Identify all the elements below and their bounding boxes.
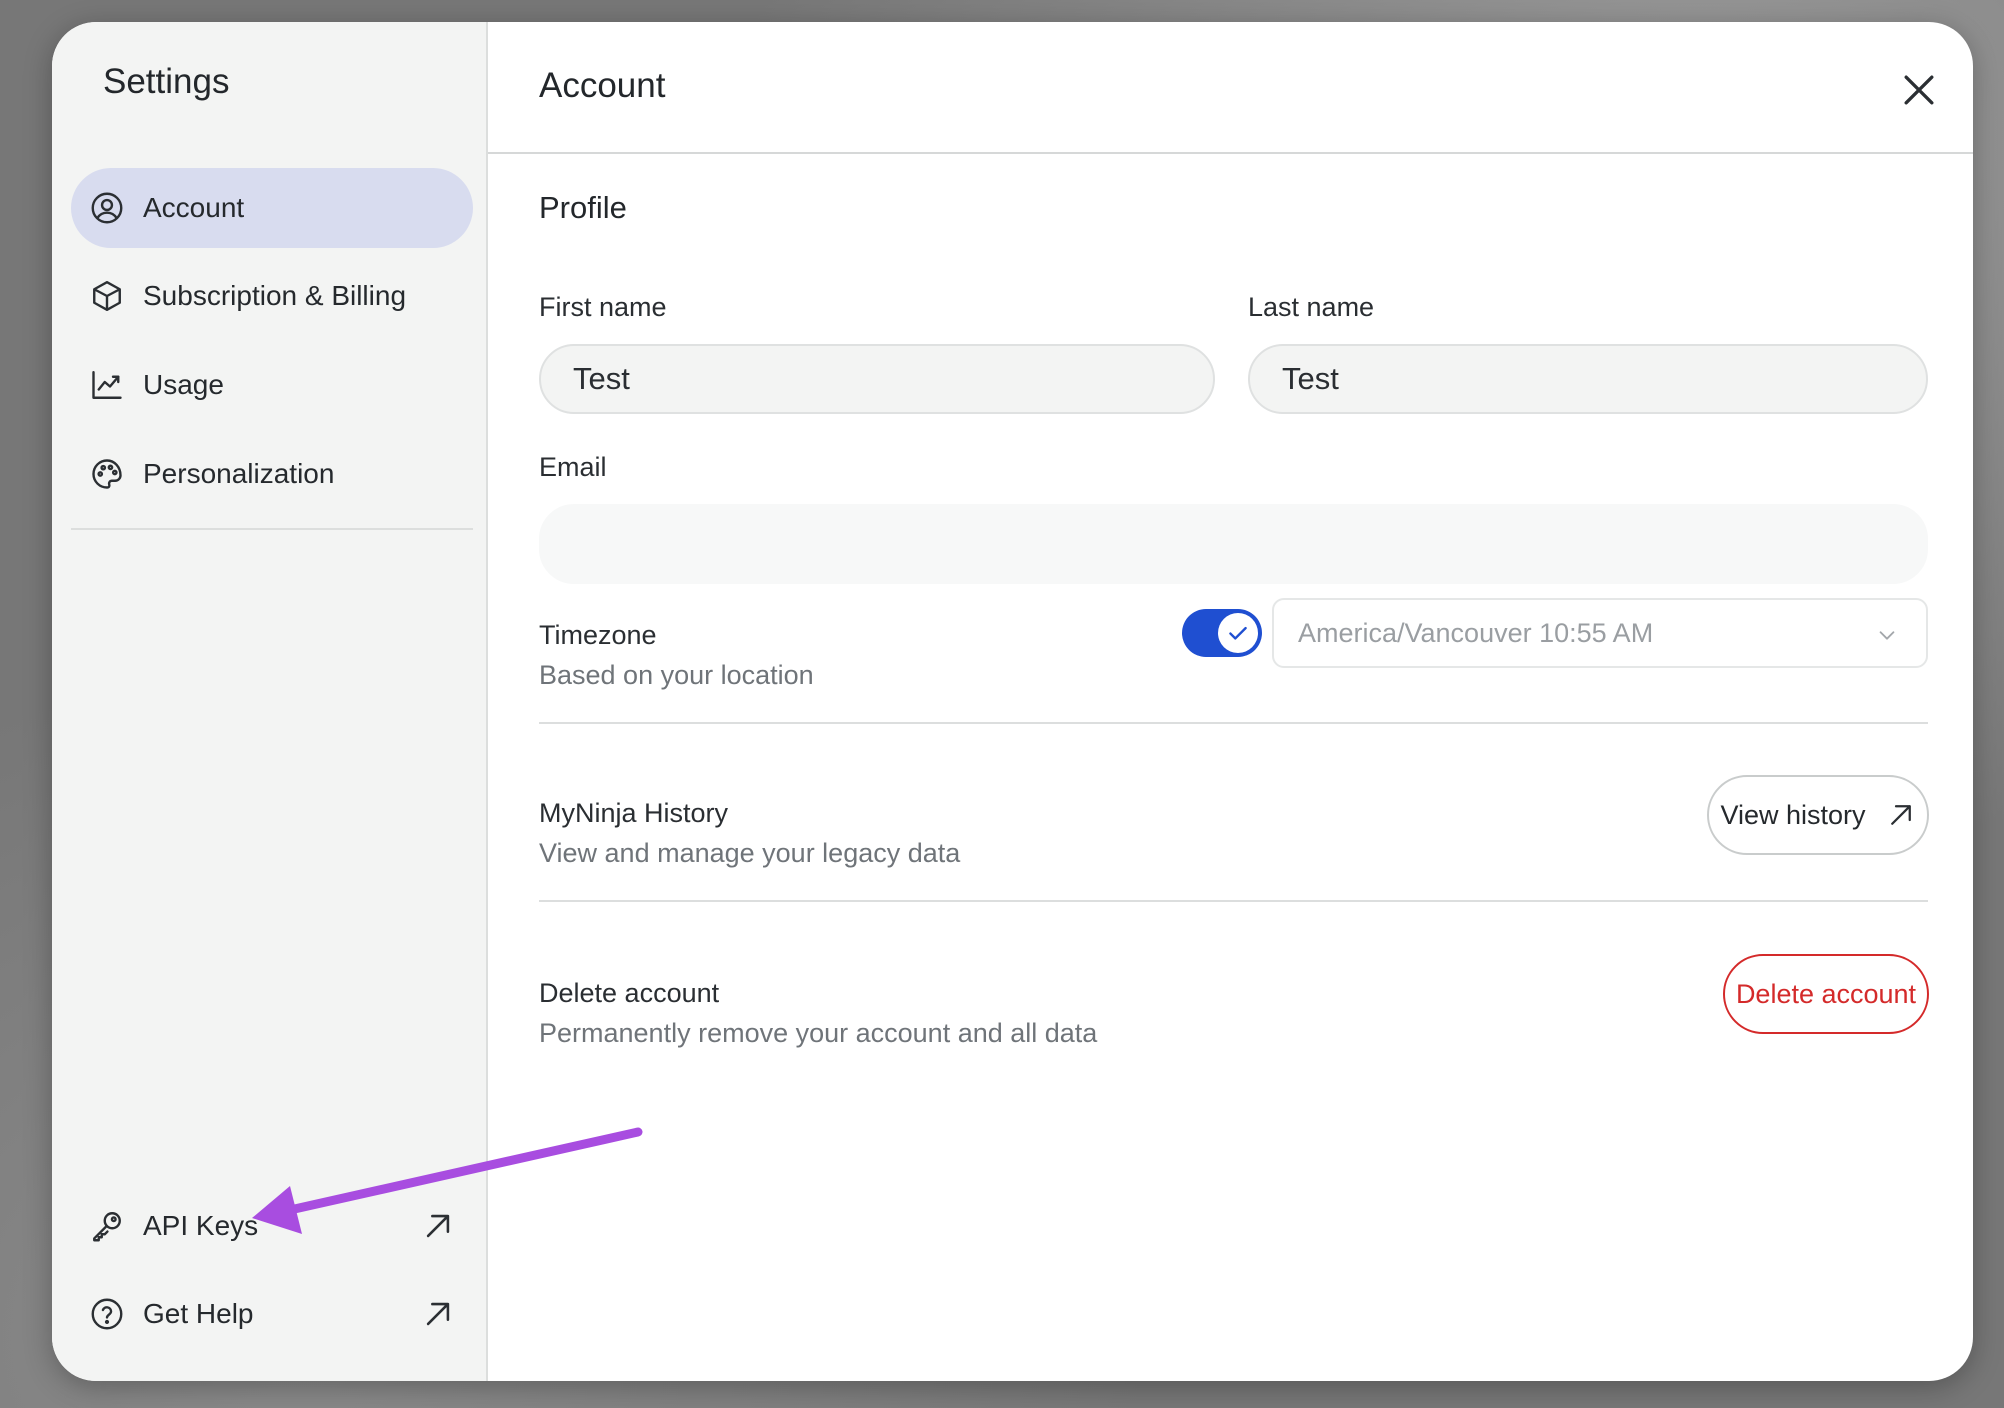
history-subtitle: View and manage your legacy data [539,838,961,868]
delete-account-title: Delete account [539,978,720,1008]
toggle-knob [1218,613,1258,653]
settings-modal: Settings Account Subscription & Billing [52,22,1973,1381]
sidebar-item-subscription-billing[interactable]: Subscription & Billing [71,256,473,336]
email-label: Email [539,452,607,482]
timezone-sublabel: Based on your location [539,660,814,690]
content-header: Account [488,22,1973,154]
first-name-input[interactable] [539,344,1215,414]
delete-account-button[interactable]: Delete account [1723,954,1929,1034]
user-circle-icon [87,188,127,228]
section-divider [539,900,1928,902]
settings-sidebar: Settings Account Subscription & Billing [52,22,488,1381]
sidebar-item-api-keys[interactable]: API Keys [71,1186,473,1266]
page-title: Account [539,66,666,105]
external-link-icon [426,1302,450,1326]
timezone-selected-value: America/Vancouver 10:55 AM [1298,617,1654,648]
chevron-down-icon [1879,631,1895,640]
sidebar-item-label: Subscription & Billing [143,280,407,311]
external-link-icon [1890,805,1911,825]
key-icon [87,1206,127,1246]
external-link-icon [426,1214,450,1238]
email-input[interactable] [539,504,1928,584]
cube-icon [87,276,127,316]
timezone-label: Timezone [539,620,657,650]
palette-icon [87,454,127,494]
timezone-select[interactable]: America/Vancouver 10:55 AM [1272,598,1928,668]
sidebar-item-label: Get Help [143,1298,254,1329]
sidebar-item-label: Personalization [143,458,335,489]
sidebar-item-usage[interactable]: Usage [71,345,473,425]
sidebar-title: Settings [103,62,230,101]
last-name-label: Last name [1248,292,1375,322]
help-circle-icon [87,1294,127,1334]
settings-content: Account Profile First name Last name Ema… [488,22,1973,1381]
sidebar-item-label: API Keys [143,1210,259,1241]
view-history-label: View history [1720,799,1866,830]
sidebar-item-label: Usage [143,369,224,400]
history-title: MyNinja History [539,798,729,828]
first-name-label: First name [539,292,667,322]
chart-line-icon [87,365,127,405]
section-divider [539,722,1928,724]
close-icon[interactable] [1897,68,1941,112]
sidebar-item-account[interactable]: Account [71,168,473,248]
sidebar-divider [71,528,473,530]
last-name-input[interactable] [1248,344,1928,414]
section-title-profile: Profile [539,190,627,225]
check-icon [1229,626,1247,640]
sidebar-item-personalization[interactable]: Personalization [71,434,473,514]
sidebar-item-label: Account [143,192,245,223]
sidebar-item-get-help[interactable]: Get Help [71,1274,473,1354]
timezone-auto-toggle[interactable] [1182,609,1262,657]
delete-account-subtitle: Permanently remove your account and all … [539,1018,1098,1048]
view-history-button[interactable]: View history [1707,775,1929,855]
